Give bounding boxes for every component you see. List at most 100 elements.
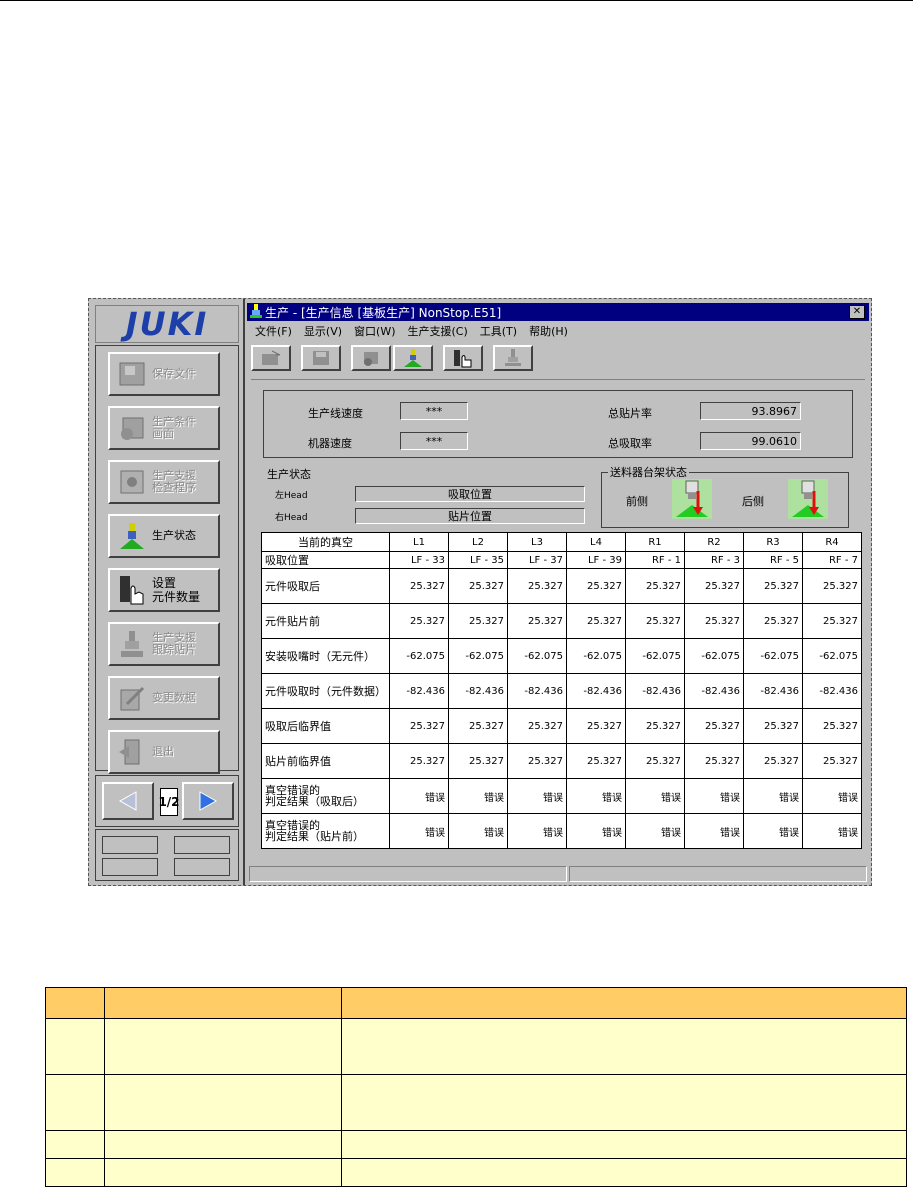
table-cell: 25.327 — [625, 568, 685, 604]
table-cell: 25.327 — [389, 603, 449, 639]
table-cell: -82.436 — [389, 673, 449, 709]
table-cell: 25.327 — [448, 743, 508, 779]
left-arrow-icon — [118, 791, 137, 811]
menu-file[interactable]: 文件(F) — [255, 323, 292, 341]
table-row — [45, 1018, 907, 1075]
front-label: 前侧 — [626, 495, 648, 508]
column-header: L1 — [389, 532, 449, 552]
table-header-row: 当前的真空 L1 L2 L3 L4 R1 R2 R3 R4 — [261, 532, 862, 552]
next-page-button[interactable] — [182, 782, 234, 820]
nav-check-program-button[interactable]: 生产支援 检查程序 — [108, 460, 220, 504]
table-cell: -82.436 — [743, 673, 803, 709]
window-title: 生产 - [生产信息 [基板生产] NonStop.E51] — [265, 305, 502, 320]
screenshot-frame: JUKI 保存文件 生产条件 画面 生产支援 检查程序 生产状态 设置 元件数量… — [88, 298, 872, 886]
close-button[interactable]: ✕ — [849, 305, 865, 319]
prev-page-button[interactable] — [102, 782, 154, 820]
page-top-rule — [0, 0, 913, 1]
slot — [102, 858, 158, 876]
table-cell: 错误 — [448, 778, 508, 814]
menu-tools[interactable]: 工具(T) — [480, 323, 517, 341]
column-header: R1 — [625, 532, 685, 552]
production-status-title: 生产状态 — [267, 468, 311, 481]
nav-production-status-button[interactable]: 生产状态 — [108, 514, 220, 558]
table-cell: 错误 — [684, 813, 744, 849]
table-cell: 错误 — [802, 813, 862, 849]
table-corner-cell: 当前的真空 — [261, 532, 390, 552]
machine-speed-label: 机器速度 — [308, 437, 352, 450]
menu-help[interactable]: 帮助(H) — [529, 323, 568, 341]
table-cell: -82.436 — [802, 673, 862, 709]
table-cell: -82.436 — [507, 673, 567, 709]
table-cell: 错误 — [625, 778, 685, 814]
menu-production-support[interactable]: 生产支援(C) — [408, 323, 468, 341]
table-cell: 25.327 — [684, 708, 744, 744]
table-cell — [104, 1074, 342, 1131]
table-row: 贴片前临界值 25.327 25.327 25.327 25.327 25.327 25.3… — [261, 743, 862, 779]
toolbar-status-button[interactable] — [393, 345, 433, 371]
table-cell: -62.075 — [743, 638, 803, 674]
right-head-value: 贴片位置 — [355, 508, 585, 524]
line-speed-label: 生产线速度 — [308, 407, 363, 420]
toolbar-production-button[interactable] — [351, 345, 391, 371]
table-cell: 25.327 — [743, 603, 803, 639]
nav-label: 变更数据 — [152, 691, 196, 704]
table-cell: 25.327 — [389, 708, 449, 744]
line-speed-value: *** — [400, 402, 468, 420]
production-icon — [364, 352, 378, 366]
nav-save-file-button[interactable]: 保存文件 — [108, 352, 220, 396]
table-cell: 错误 — [507, 778, 567, 814]
production-status-icon — [114, 519, 150, 553]
set-quantity-icon — [454, 350, 472, 368]
column-header: L3 — [507, 532, 567, 552]
slot-panel — [95, 829, 239, 881]
nav-panel: 保存文件 生产条件 画面 生产支援 检查程序 生产状态 设置 元件数量 生产支援… — [95, 345, 239, 774]
menu-window[interactable]: 窗口(W) — [354, 323, 395, 341]
pager: 1/2 — [95, 775, 239, 827]
table-cell: RF - 1 — [625, 551, 685, 569]
table-cell: 25.327 — [566, 743, 626, 779]
table-row: 真空错误的 判定结果（贴片前） 错误 错误 错误 错误 错误 错误 错误 错误 — [261, 813, 862, 849]
slot — [174, 858, 230, 876]
speed-group: 生产线速度 *** 机器速度 *** 总贴片率 93.8967 总吸取率 99.… — [263, 390, 853, 458]
nav-production-conditions-button[interactable]: 生产条件 画面 — [108, 406, 220, 450]
nav-exit-button[interactable]: 退出 — [108, 730, 220, 774]
table-cell: 错误 — [566, 813, 626, 849]
row-label: 元件吸取后 — [261, 568, 390, 604]
table-cell: -82.436 — [684, 673, 744, 709]
table-cell: -82.436 — [448, 673, 508, 709]
table-cell: 错误 — [684, 778, 744, 814]
row-label: 真空错误的 判定结果（吸取后） — [261, 778, 390, 814]
nav-tracking-mount-button[interactable]: 生产支援 跟踪贴片 — [108, 622, 220, 666]
main-window: 生产 - [生产信息 [基板生产] NonStop.E51] ✕ 文件(F) 显… — [247, 303, 869, 883]
table-cell: -62.075 — [389, 638, 449, 674]
table-cell: 25.327 — [625, 708, 685, 744]
toolbar-tracking-button[interactable] — [493, 345, 533, 371]
nav-change-data-button[interactable]: 变更数据 — [108, 676, 220, 720]
table-cell: 错误 — [507, 813, 567, 849]
toolbar-open-button[interactable] — [251, 345, 291, 371]
menu-view[interactable]: 显示(V) — [304, 323, 342, 341]
toolbar-quantity-button[interactable] — [443, 345, 483, 371]
vacuum-table: 当前的真空 L1 L2 L3 L4 R1 R2 R3 R4 吸取位置 LF - 3… — [261, 532, 862, 849]
total-pick-rate-label: 总吸取率 — [608, 437, 652, 450]
table-cell: 错误 — [743, 778, 803, 814]
table-cell — [45, 1018, 105, 1075]
table-cell: 25.327 — [625, 743, 685, 779]
description-table — [45, 987, 907, 1187]
nav-set-quantity-button[interactable]: 设置 元件数量 — [108, 568, 220, 612]
table-cell — [104, 1130, 342, 1159]
feeder-title: 送料器台架状态 — [608, 464, 689, 480]
table-cell: 25.327 — [566, 603, 626, 639]
table-cell: LF - 35 — [448, 551, 508, 569]
table-cell: -62.075 — [684, 638, 744, 674]
table-cell — [45, 1130, 105, 1159]
table-row — [45, 1130, 907, 1159]
table-row: 安装吸嘴时（无元件） -62.075 -62.075 -62.075 -62.075 -6… — [261, 638, 862, 674]
total-mount-rate-label: 总贴片率 — [608, 407, 652, 420]
table-cell: -62.075 — [625, 638, 685, 674]
table-cell: 错误 — [448, 813, 508, 849]
table-cell: 错误 — [389, 813, 449, 849]
table-cell: -82.436 — [566, 673, 626, 709]
toolbar-save-button[interactable] — [301, 345, 341, 371]
table-row: 吸取位置 LF - 33 LF - 35 LF - 37 LF - 39 RF - 1 RF… — [261, 551, 862, 569]
